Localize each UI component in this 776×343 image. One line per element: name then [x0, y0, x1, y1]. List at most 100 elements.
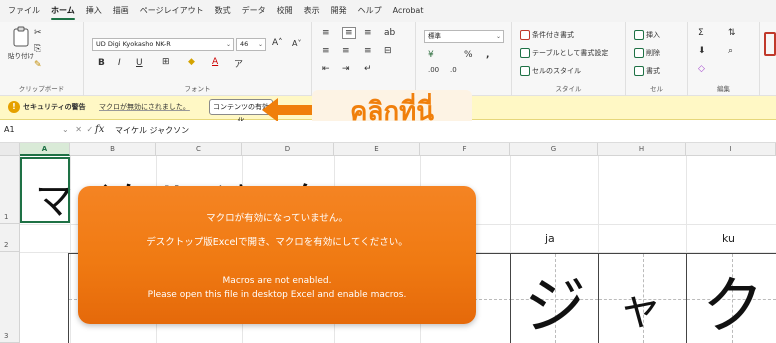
- column-header-a[interactable]: A: [20, 143, 70, 156]
- delete-cells-label: 削除: [646, 49, 660, 57]
- alignment-group: ≡ ≡ ≡ ab ≡ ≡ ≡ ⊟ ⇤ ⇥ ↵: [312, 22, 416, 96]
- increase-decimal-icon[interactable]: .00: [428, 66, 439, 74]
- column-header-b[interactable]: B: [70, 143, 156, 156]
- active-cell-a1[interactable]: [20, 157, 70, 223]
- format-as-table-label: テーブルとして書式設定: [532, 49, 609, 57]
- tab-draw[interactable]: 描画: [113, 0, 129, 22]
- align-middle-icon[interactable]: ≡: [342, 27, 356, 39]
- column-header-g[interactable]: G: [510, 143, 598, 156]
- number-format-value: 標準: [428, 32, 441, 40]
- format-painter-icon[interactable]: ✎: [34, 60, 42, 70]
- tab-formulas[interactable]: 数式: [215, 0, 231, 22]
- tab-data[interactable]: データ: [242, 0, 266, 22]
- tab-acrobat[interactable]: Acrobat: [393, 0, 424, 22]
- tab-page-layout[interactable]: ページレイアウト: [140, 0, 204, 22]
- align-right-icon[interactable]: ≡: [364, 46, 372, 56]
- indent-decrease-icon[interactable]: ⇤: [322, 64, 330, 74]
- currency-icon[interactable]: ¥: [428, 50, 434, 60]
- tab-view[interactable]: 表示: [304, 0, 320, 22]
- formula-controls: ⌄ ✕ ✓: [62, 125, 93, 134]
- select-all-corner[interactable]: [0, 143, 20, 156]
- tab-file[interactable]: ファイル: [8, 0, 40, 22]
- styles-group-label: スタイル: [555, 85, 582, 93]
- tab-insert[interactable]: 挿入: [86, 0, 102, 22]
- column-header-d[interactable]: D: [242, 143, 334, 156]
- align-bottom-icon[interactable]: ≡: [364, 28, 372, 38]
- fill-icon[interactable]: ⬇: [698, 46, 706, 56]
- addin-icon[interactable]: [764, 32, 776, 56]
- cell-styles-button[interactable]: セルのスタイル: [520, 66, 581, 76]
- cancel-icon[interactable]: ✕: [75, 125, 82, 134]
- column-header-c[interactable]: C: [156, 143, 242, 156]
- tab-review[interactable]: 校閲: [277, 0, 293, 22]
- row-header-1[interactable]: 1: [0, 156, 20, 224]
- column-header-h[interactable]: H: [598, 143, 686, 156]
- tab-developer[interactable]: 開発: [331, 0, 347, 22]
- chevron-down-icon: ⌄: [257, 41, 263, 48]
- wrap-text-icon[interactable]: ↵: [364, 64, 372, 74]
- paste-label: 貼り付け: [8, 52, 34, 60]
- find-icon[interactable]: ⌕: [728, 46, 733, 56]
- font-name-dropdown[interactable]: UD Digi Kyokasho NK-R ⌄: [92, 38, 234, 51]
- name-box[interactable]: A1: [4, 125, 15, 134]
- sort-filter-icon[interactable]: ⇅: [728, 28, 736, 38]
- fx-icon[interactable]: fx: [95, 124, 104, 135]
- comma-icon[interactable]: ,: [486, 50, 489, 60]
- align-left-icon[interactable]: ≡: [322, 46, 330, 56]
- row-header-3[interactable]: 3: [0, 252, 20, 343]
- editing-group: Σ ⇅ ⬇ ⌕ ◇ 編集: [688, 22, 760, 96]
- italic-icon[interactable]: I: [118, 58, 121, 68]
- decrease-decimal-icon[interactable]: .0: [450, 66, 457, 74]
- phonetic-icon[interactable]: ア: [234, 57, 243, 70]
- kana-small-ya: ャ: [618, 283, 662, 334]
- conditional-format-icon: [520, 30, 530, 40]
- percent-icon[interactable]: %: [464, 50, 473, 60]
- cell-styles-icon: [520, 66, 530, 76]
- orientation-icon[interactable]: ab: [384, 28, 395, 38]
- row-header-2[interactable]: 2: [0, 224, 20, 252]
- delete-cells-button[interactable]: 削除: [634, 48, 660, 58]
- font-group-label: フォント: [184, 85, 211, 93]
- fill-color-icon[interactable]: ◆: [188, 57, 195, 67]
- clear-icon[interactable]: ◇: [698, 64, 705, 74]
- grow-font-icon[interactable]: A˄: [272, 38, 283, 48]
- romaji-label[interactable]: ku: [722, 232, 735, 245]
- copy-icon[interactable]: ⎘: [34, 44, 41, 54]
- conditional-format-label: 条件付き書式: [532, 31, 574, 39]
- row-number: 3: [4, 332, 9, 340]
- border-icon[interactable]: ⊞: [162, 57, 170, 67]
- chevron-down-icon[interactable]: ⌄: [62, 125, 69, 134]
- romaji-label[interactable]: ja: [545, 232, 555, 245]
- indent-increase-icon[interactable]: ⇥: [342, 64, 350, 74]
- bold-icon[interactable]: B: [98, 58, 105, 68]
- column-header-f[interactable]: F: [420, 143, 510, 156]
- format-as-table-button[interactable]: テーブルとして書式設定: [520, 48, 608, 58]
- formula-input[interactable]: マイケル ジャクソン: [115, 125, 189, 136]
- chevron-down-icon: ⌄: [225, 41, 231, 48]
- check-icon[interactable]: ✓: [87, 125, 94, 134]
- font-size-dropdown[interactable]: 46 ⌄: [236, 38, 266, 51]
- column-header-i[interactable]: I: [686, 143, 776, 156]
- align-center-icon[interactable]: ≡: [342, 46, 350, 56]
- insert-cells-button[interactable]: 挿入: [634, 30, 660, 40]
- row-number: 2: [4, 241, 9, 249]
- column-header-e[interactable]: E: [334, 143, 420, 156]
- tab-home[interactable]: ホーム: [51, 0, 75, 22]
- autosum-icon[interactable]: Σ: [698, 28, 704, 38]
- underline-icon[interactable]: U: [136, 58, 143, 68]
- row-number: 1: [4, 213, 9, 221]
- security-warning-message[interactable]: マクロが無効にされました。: [99, 102, 190, 112]
- cut-icon[interactable]: ✂: [34, 28, 42, 38]
- shrink-font-icon[interactable]: A˅: [292, 39, 301, 48]
- align-top-icon[interactable]: ≡: [322, 28, 330, 38]
- format-cells-button[interactable]: 書式: [634, 66, 660, 76]
- number-format-dropdown[interactable]: 標準 ⌄: [424, 30, 504, 43]
- styles-group: 条件付き書式 テーブルとして書式設定 セルのスタイル スタイル: [512, 22, 626, 96]
- merge-icon[interactable]: ⊟: [384, 46, 392, 56]
- conditional-format-button[interactable]: 条件付き書式: [520, 30, 574, 40]
- table-icon: [520, 48, 530, 58]
- warning-shield-icon: !: [8, 101, 20, 113]
- font-color-icon[interactable]: A: [212, 57, 218, 67]
- paste-button[interactable]: 貼り付け: [8, 26, 34, 60]
- tab-help[interactable]: ヘルプ: [358, 0, 382, 22]
